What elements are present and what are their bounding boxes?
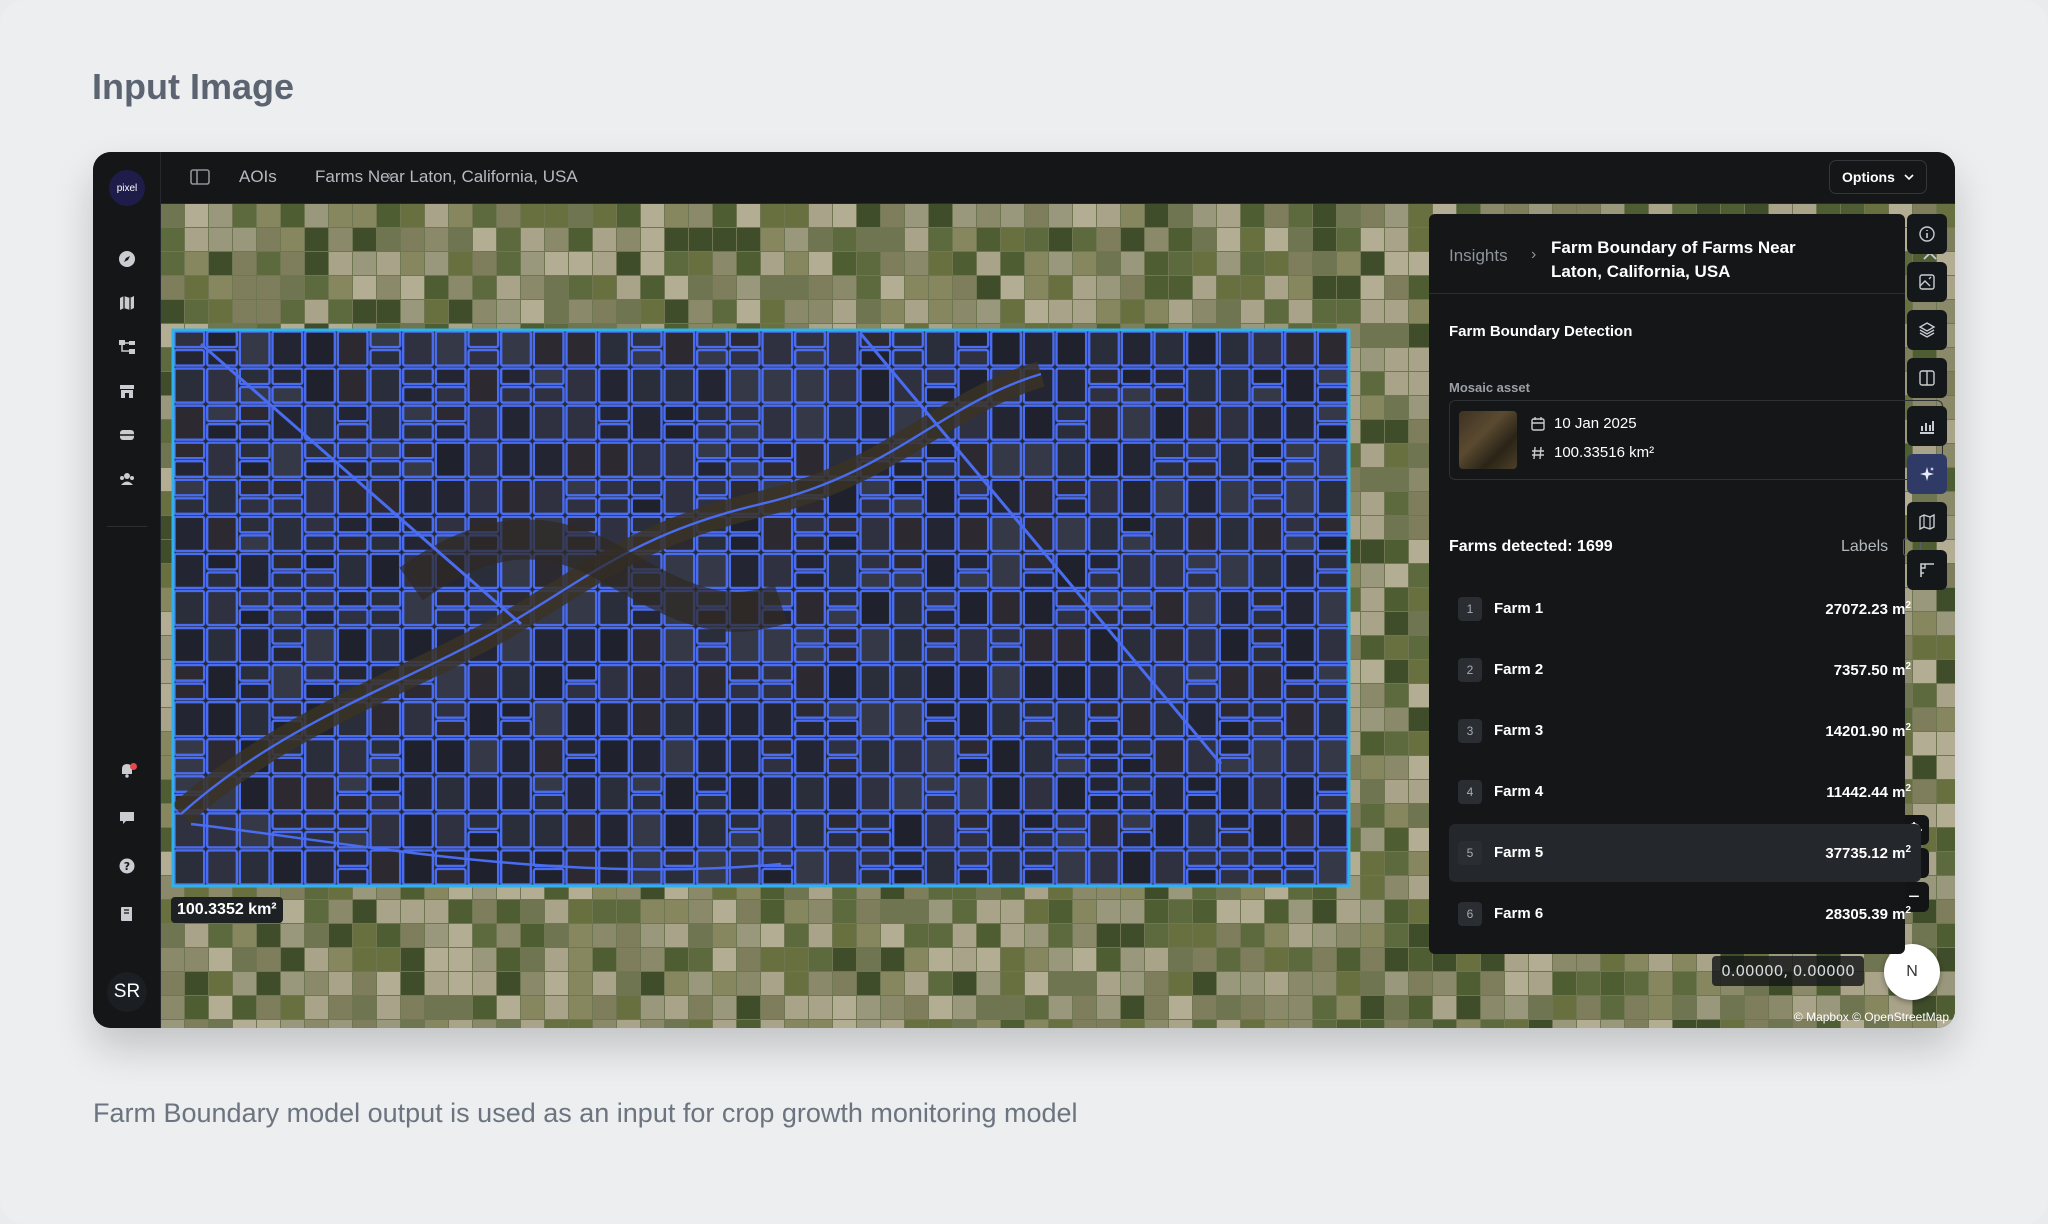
map-outline-icon[interactable] [1907, 502, 1947, 542]
farm-area: 11442.44 m2 [1826, 783, 1911, 801]
farm-name: Farm 1 [1494, 600, 1544, 617]
options-label: Options [1842, 169, 1895, 185]
team-nav-icon[interactable] [115, 467, 139, 491]
svg-text:?: ? [124, 860, 130, 873]
section-title: Farm Boundary Detection [1449, 323, 1633, 340]
farm-name: Farm 6 [1494, 905, 1544, 922]
farm-number: 1 [1458, 597, 1482, 621]
farm-number: 4 [1458, 780, 1482, 804]
chart-icon[interactable] [1907, 406, 1947, 446]
workflow-nav-icon[interactable] [115, 335, 139, 359]
farm-row[interactable]: 6 Farm 6 28305.39 m2 [1449, 885, 1921, 943]
app-window: pixel ? SR AOIs › Farms Near Laton, Cali… [93, 152, 1955, 1028]
map-nav-icon[interactable] [115, 291, 139, 315]
panel-header: Insights › Farm Boundary of Farms Near L… [1429, 214, 1937, 294]
compass-nav-icon[interactable] [115, 247, 139, 271]
farm-row[interactable]: 5 Farm 5 37735.12 m2 [1449, 824, 1921, 882]
farm-row[interactable]: 3 Farm 3 14201.90 m2 [1449, 702, 1921, 760]
sparkle-insights-icon[interactable] [1907, 454, 1947, 494]
slide-caption: Farm Boundary model output is used as an… [93, 1098, 1078, 1128]
marketplace-nav-icon[interactable] [115, 379, 139, 403]
mosaic-asset-label: Mosaic asset [1449, 380, 1530, 395]
farms-detected-count: Farms detected: 1699 [1449, 538, 1613, 555]
image-icon[interactable] [1907, 262, 1947, 302]
options-button[interactable]: Options [1829, 160, 1927, 194]
sidebar-toggle-icon[interactable] [189, 166, 211, 188]
farm-number: 6 [1458, 902, 1482, 926]
chevron-right-icon: › [1531, 246, 1537, 263]
slide-title: Input Image [92, 66, 295, 107]
farm-name: Farm 4 [1494, 783, 1544, 800]
insights-panel: Insights › Farm Boundary of Farms Near L… [1429, 214, 1943, 954]
top-bar: AOIs › Farms Near Laton, California, USA… [161, 152, 1955, 204]
panel-breadcrumb-insights[interactable]: Insights [1449, 246, 1508, 266]
farm-area: 27072.23 m2 [1825, 600, 1911, 618]
farm-row[interactable]: 1 Farm 1 27072.23 m2 [1449, 580, 1921, 638]
ruler-icon[interactable] [1907, 550, 1947, 590]
calendar-icon [1531, 416, 1545, 431]
chevron-down-icon [1904, 174, 1914, 181]
info-icon[interactable] [1907, 214, 1947, 254]
storage-nav-icon[interactable] [115, 423, 139, 447]
rail-divider [107, 526, 147, 527]
left-rail: pixel ? SR [93, 152, 161, 1028]
mosaic-area: 100.33516 km² [1554, 444, 1655, 461]
mosaic-date: 10 Jan 2025 [1554, 415, 1637, 432]
feedback-icon[interactable] [115, 806, 139, 830]
map-canvas[interactable]: 100.3352 km² + − 0.00000, 0.00000 N © Ma… [161, 204, 1955, 1028]
farm-number: 2 [1458, 658, 1482, 682]
logo[interactable]: pixel [109, 170, 145, 206]
breadcrumb-current: Farms Near Laton, California, USA [315, 167, 578, 186]
farm-name: Farm 2 [1494, 661, 1544, 678]
compare-icon[interactable] [1907, 358, 1947, 398]
mosaic-date-row: 10 Jan 2025 [1530, 415, 1637, 432]
coordinate-readout: 0.00000, 0.00000 [1712, 956, 1864, 986]
bell-icon[interactable] [115, 758, 139, 782]
mosaic-area-row: 100.33516 km² [1530, 444, 1654, 461]
mosaic-thumbnail [1459, 411, 1517, 469]
farm-area: 14201.90 m2 [1825, 722, 1911, 740]
help-icon[interactable]: ? [115, 854, 139, 878]
docs-icon[interactable] [115, 902, 139, 926]
farm-number: 3 [1458, 719, 1482, 743]
map-attribution[interactable]: © Mapbox © OpenStreetMap [1794, 1010, 1949, 1024]
avatar[interactable]: SR [107, 972, 147, 1012]
hash-icon [1532, 446, 1544, 459]
farm-name: Farm 3 [1494, 722, 1544, 739]
farm-area: 7357.50 m2 [1833, 661, 1911, 679]
farm-row[interactable]: 4 Farm 4 11442.44 m2 [1449, 763, 1921, 821]
mosaic-asset-card[interactable]: 10 Jan 2025 100.33516 km² [1449, 400, 1943, 480]
notification-dot [130, 763, 137, 770]
farm-area: 37735.12 m2 [1825, 844, 1911, 862]
farm-area: 28305.39 m2 [1825, 905, 1911, 923]
panel-title: Farm Boundary of Farms Near Laton, Calif… [1551, 238, 1796, 281]
breadcrumb-aois[interactable]: AOIs [239, 167, 277, 187]
aoi-area-label: 100.3352 km² [171, 897, 283, 923]
labels-toggle-label: Labels [1841, 538, 1889, 555]
farm-name: Farm 5 [1494, 844, 1544, 861]
layers-icon[interactable] [1907, 310, 1947, 350]
farm-row[interactable]: 2 Farm 2 7357.50 m2 [1449, 641, 1921, 699]
farm-number: 5 [1458, 841, 1482, 865]
compass-label: N [1906, 963, 1918, 980]
